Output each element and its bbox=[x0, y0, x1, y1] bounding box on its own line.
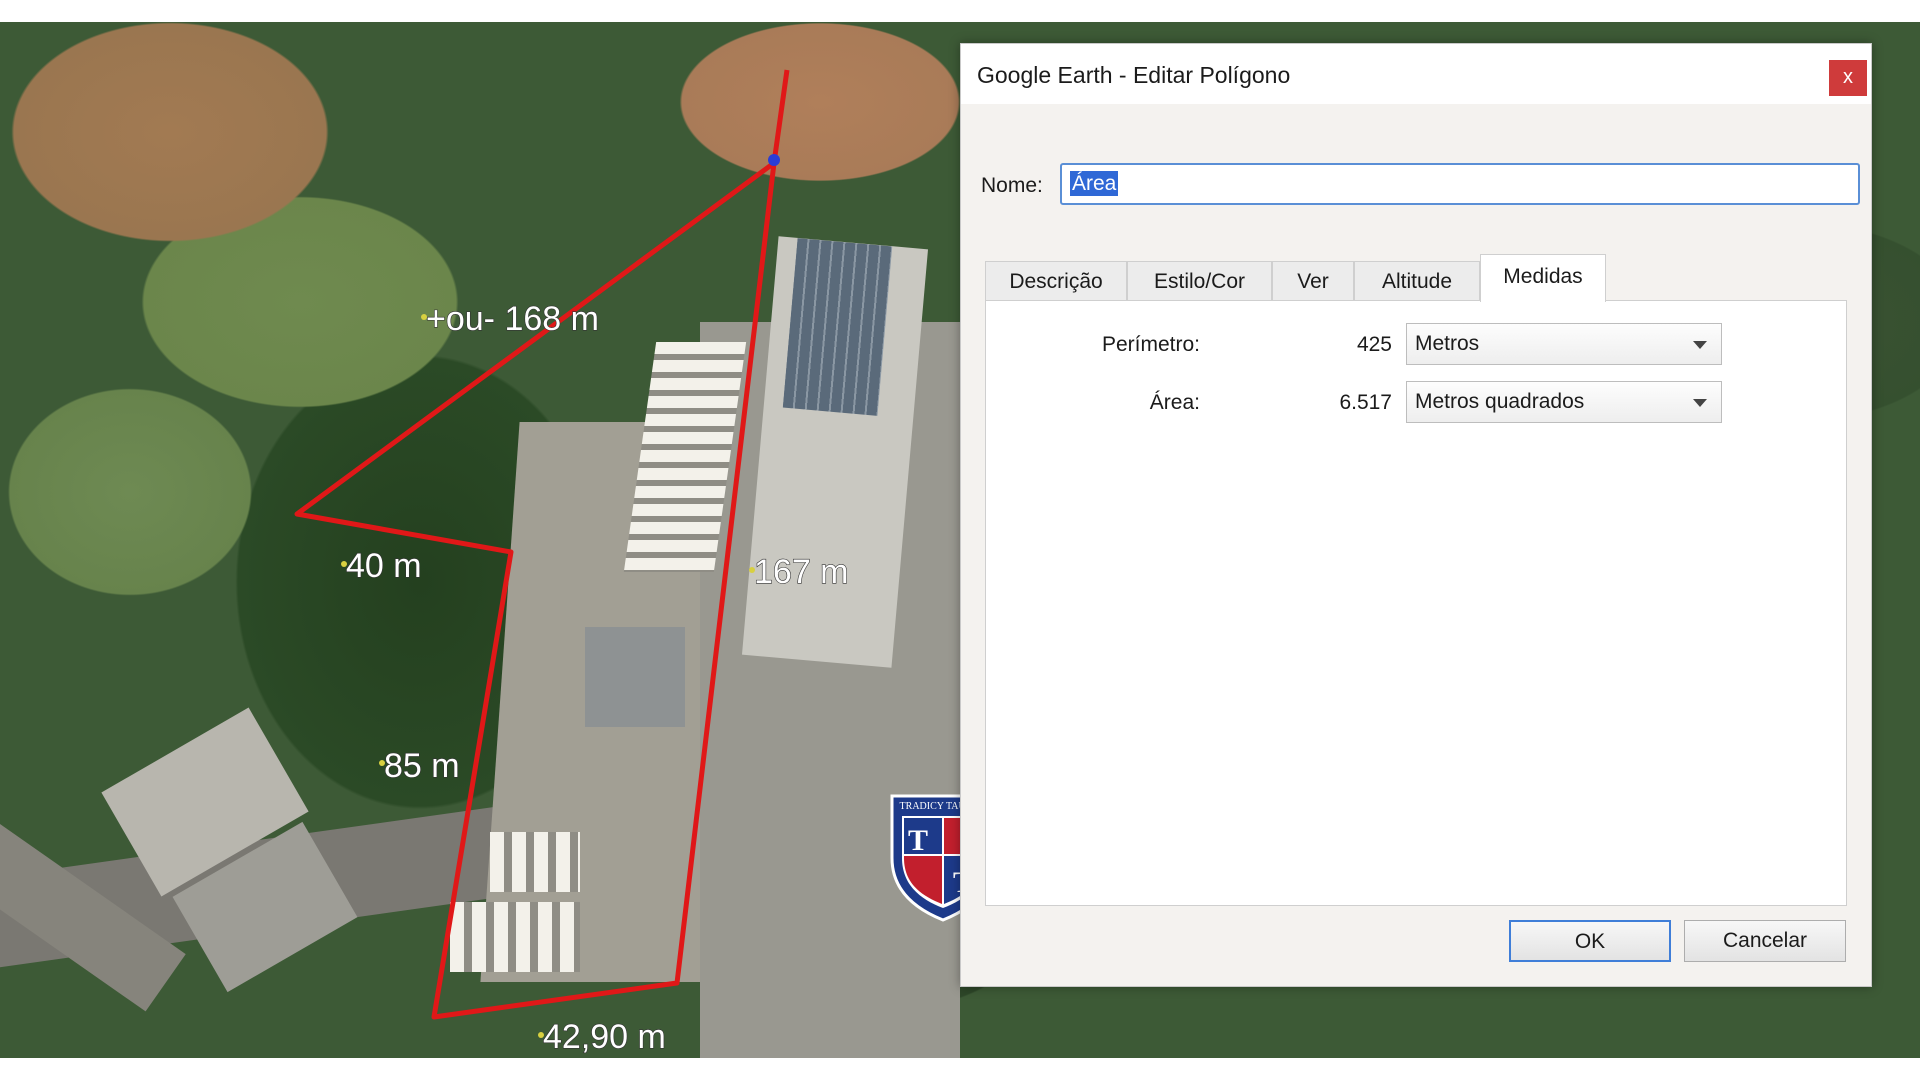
name-label: Nome: bbox=[981, 174, 1043, 197]
area-unit-value: Metros quadrados bbox=[1415, 390, 1585, 413]
ok-button[interactable]: OK bbox=[1509, 920, 1671, 962]
chevron-down-icon bbox=[1693, 399, 1707, 407]
tab-ver[interactable]: Ver bbox=[1272, 261, 1354, 301]
shed-roof bbox=[585, 627, 685, 727]
name-input[interactable]: Área bbox=[1060, 163, 1860, 205]
tab-descricao[interactable]: Descrição bbox=[985, 261, 1127, 301]
logo-letter-top: T bbox=[908, 824, 928, 857]
dialog-titlebar[interactable]: Google Earth - Editar Polígono x bbox=[961, 44, 1871, 104]
area-label: Área: bbox=[1149, 391, 1200, 414]
name-input-value: Área bbox=[1070, 171, 1119, 196]
area-unit-select[interactable]: Metros quadrados bbox=[1406, 381, 1722, 423]
perimeter-unit-select[interactable]: Metros bbox=[1406, 323, 1722, 365]
close-button[interactable]: x bbox=[1829, 60, 1867, 96]
area-value: 6.517 bbox=[1339, 391, 1392, 414]
solar-panels bbox=[782, 238, 893, 416]
edit-polygon-dialog: Google Earth - Editar Polígono x Nome: Á… bbox=[960, 43, 1872, 987]
parked-trucks bbox=[490, 832, 580, 892]
chevron-down-icon bbox=[1693, 341, 1707, 349]
cancel-button[interactable]: Cancelar bbox=[1684, 920, 1846, 962]
measures-panel: Perímetro: 425 Metros Área: 6.517 Metros… bbox=[985, 300, 1847, 906]
tab-estilo-cor[interactable]: Estilo/Cor bbox=[1127, 261, 1272, 301]
perimeter-unit-value: Metros bbox=[1415, 332, 1480, 355]
dialog-title: Google Earth - Editar Polígono bbox=[977, 62, 1291, 88]
tab-altitude[interactable]: Altitude bbox=[1354, 261, 1480, 301]
parked-trucks bbox=[450, 902, 580, 972]
perimeter-value: 425 bbox=[1356, 333, 1392, 356]
tab-medidas[interactable]: Medidas bbox=[1480, 254, 1606, 302]
perimeter-label: Perímetro: bbox=[1101, 333, 1200, 356]
